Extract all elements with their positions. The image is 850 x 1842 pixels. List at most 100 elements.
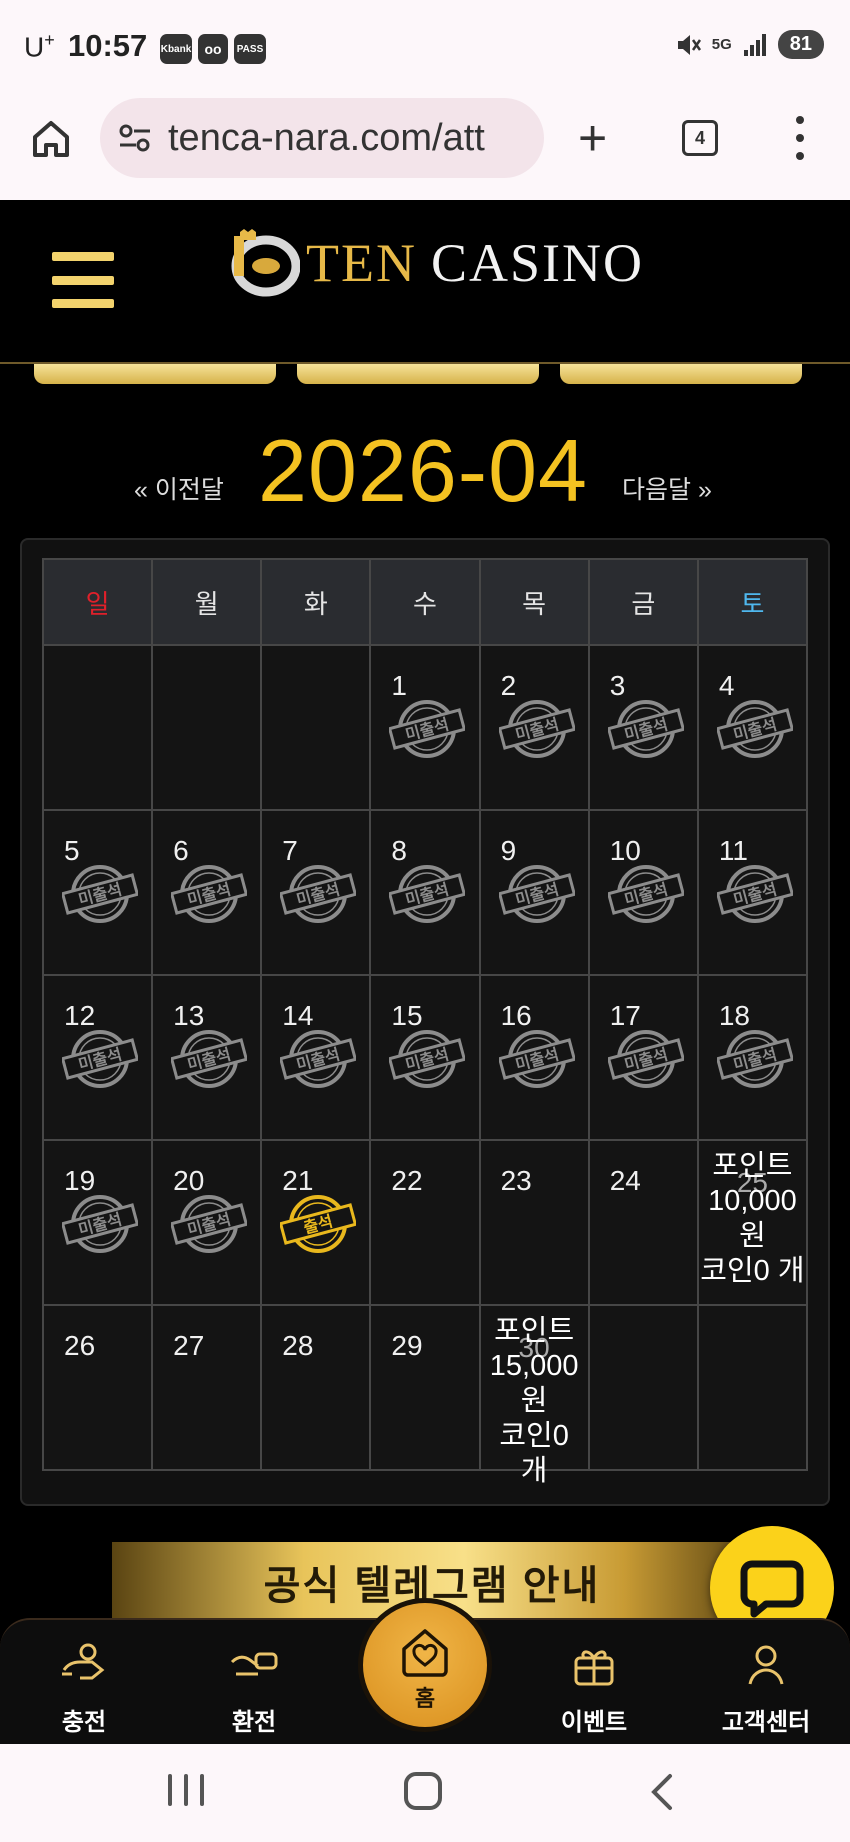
signal-icon (743, 33, 766, 56)
calendar-week-row: 12 미출석 13 미출석 14 미출석 15 미출석 16 미출석 17 미출석 18 미출석 (41, 974, 809, 1141)
reward-info: 포인트 10,000 원 코인0 개 (699, 1149, 806, 1289)
calendar-week-row: 1 미출석 2 미출석 3 미출석 4 미출석 (41, 644, 809, 811)
calendar-day-cell[interactable]: 6 미출석 (151, 809, 263, 976)
calendar-day-cell[interactable]: 25 포인트 10,000 원 코인0 개 (696, 1139, 809, 1306)
next-month-link[interactable]: 다음달 » (622, 470, 712, 506)
weekday-fri: 금 (587, 558, 699, 646)
nav-home[interactable]: 홈 (358, 1598, 492, 1732)
calendar-day-cell[interactable]: 11 미출석 (696, 809, 809, 976)
calendar-day-cell[interactable]: 19 미출석 (41, 1139, 154, 1306)
calendar-day-cell[interactable]: 2 미출석 (478, 644, 590, 811)
absent-stamp-icon: 미출석 (716, 865, 793, 923)
calendar-day-cell[interactable]: 8 미출석 (369, 809, 481, 976)
status-bar: U+ 10:57 Kbank oo PASS 5G 81 (0, 0, 850, 96)
logo-casino-text: CASINO (430, 233, 644, 293)
charge-icon (62, 1643, 105, 1680)
kbank-notification-icon: Kbank (160, 34, 192, 64)
calendar-week-row: 26 27 28 29 30 포인트 15,000 원 코인0 개 (41, 1304, 809, 1487)
calendar-day-cell[interactable]: 24 (587, 1139, 699, 1306)
absent-stamp-icon: 미출석 (62, 865, 138, 923)
calendar-day-cell[interactable]: 12 미출석 (41, 974, 154, 1141)
day-number: 28 (282, 1330, 314, 1361)
site-logo[interactable]: TEN CASINO (226, 228, 644, 298)
site-settings-icon[interactable] (118, 122, 152, 154)
absent-stamp-icon: 미출석 (280, 1030, 357, 1088)
system-navigation-bar (0, 1744, 850, 1842)
calendar-day-cell[interactable]: 20 미출석 (151, 1139, 263, 1306)
nav-charge[interactable]: 충전 (24, 1632, 144, 1742)
absent-stamp-icon: 미출석 (607, 865, 684, 923)
gift-icon (574, 1650, 614, 1686)
calendar-empty-cell (696, 1304, 809, 1471)
nav-event-label: 이벤트 (560, 1709, 628, 1736)
reward-line: 10,000 (708, 1185, 797, 1217)
calendar-day-cell[interactable]: 4 미출석 (696, 644, 809, 811)
calendar-empty-cell (587, 1304, 699, 1471)
nav-exchange[interactable]: 환전 (194, 1632, 314, 1742)
absent-stamp-icon: 미출석 (171, 1195, 248, 1253)
calendar-day-cell[interactable]: 13 미출석 (151, 974, 263, 1141)
calendar-day-cell[interactable]: 30 포인트 15,000 원 코인0 개 (478, 1304, 590, 1487)
site-header: TEN CASINO (0, 200, 850, 364)
gold-tab-2[interactable] (297, 364, 539, 384)
absent-stamp-icon: 미출석 (389, 700, 466, 758)
calendar-day-cell[interactable]: 17 미출석 (587, 974, 699, 1141)
weekday-sat: 토 (696, 558, 809, 646)
browser-home-icon[interactable] (30, 118, 72, 160)
absent-stamp-icon: 미출석 (62, 1195, 138, 1253)
browser-toolbar: tenca-nara.com/att + 4 (0, 96, 850, 200)
attendance-calendar: 일 월 화 수 목 금 토 1 미출석 2 미출석 3 미출석 4 미출석 5 미출석 6 미출석 7 미… (41, 558, 809, 1487)
day-number: 24 (609, 1165, 641, 1196)
gold-tab-1[interactable] (34, 364, 276, 384)
calendar-day-cell[interactable]: 18 미출석 (696, 974, 809, 1141)
calendar-day-cell[interactable]: 3 미출석 (587, 644, 699, 811)
logo-emblem-icon (231, 229, 300, 297)
calendar-day-cell[interactable]: 10 미출석 (587, 809, 699, 976)
calendar-day-cell[interactable]: 22 (369, 1139, 481, 1306)
attended-stamp-icon: 출석 (280, 1195, 357, 1253)
day-number: 26 (64, 1330, 96, 1361)
address-bar[interactable]: tenca-nara.com/att (100, 98, 544, 178)
calendar-day-cell[interactable]: 29 (369, 1304, 481, 1471)
day-number: 23 (500, 1165, 532, 1196)
more-menu-icon[interactable] (792, 116, 808, 160)
tab-switcher-button[interactable]: 4 (682, 120, 718, 156)
new-tab-button[interactable]: + (578, 113, 607, 163)
menu-icon[interactable] (52, 252, 114, 308)
calendar-day-cell[interactable]: 14 미출석 (260, 974, 372, 1141)
calendar-week-row: 5 미출석 6 미출석 7 미출석 8 미출석 9 미출석 10 미출석 11 미출석 (41, 809, 809, 976)
calendar-day-cell[interactable]: 26 (41, 1304, 154, 1471)
system-home-icon[interactable] (404, 1772, 442, 1810)
url-text: tenca-nara.com/att (168, 117, 485, 159)
weekday-sun: 일 (41, 558, 154, 646)
nav-event[interactable]: 이벤트 (534, 1632, 654, 1742)
battery-indicator: 81 (777, 30, 824, 59)
chat-bubble-icon (740, 1560, 804, 1618)
calendar-day-cell[interactable]: 7 미출석 (260, 809, 372, 976)
absent-stamp-icon: 미출석 (716, 700, 793, 758)
calendar-day-cell[interactable]: 9 미출석 (478, 809, 590, 976)
absent-stamp-icon: 미출석 (389, 865, 466, 923)
calendar-day-cell[interactable]: 21 출석 (260, 1139, 372, 1306)
calendar-day-cell[interactable]: 1 미출석 (369, 644, 481, 811)
calendar-day-cell[interactable]: 27 (151, 1304, 263, 1471)
reward-line: 15,000 (489, 1350, 579, 1382)
calendar-day-cell[interactable]: 15 미출석 (369, 974, 481, 1141)
nav-support[interactable]: 고객센터 (706, 1632, 826, 1742)
pass-notification-icon: PASS (234, 34, 266, 64)
day-number: 22 (391, 1165, 423, 1196)
reward-line: 포인트 (494, 1315, 575, 1347)
gold-tab-3[interactable] (560, 364, 802, 384)
prev-month-link[interactable]: « 이전달 (134, 470, 224, 506)
calendar-empty-cell (260, 644, 372, 811)
calendar-week-row: 19 미출석 20 미출석 21 출석 22 23 24 25 포인트 10,000 원 코인0 개 (41, 1139, 809, 1306)
calendar-day-cell[interactable]: 5 미출석 (41, 809, 154, 976)
back-icon[interactable] (648, 1772, 676, 1812)
calendar-day-cell[interactable]: 28 (260, 1304, 372, 1471)
calendar-day-cell[interactable]: 16 미출석 (478, 974, 590, 1141)
recent-apps-icon[interactable] (168, 1774, 204, 1810)
nav-support-label: 고객센터 (721, 1709, 811, 1736)
calendar-day-cell[interactable]: 23 (478, 1139, 590, 1306)
weekday-mon: 월 (151, 558, 263, 646)
reward-line: 개 (520, 1455, 548, 1487)
